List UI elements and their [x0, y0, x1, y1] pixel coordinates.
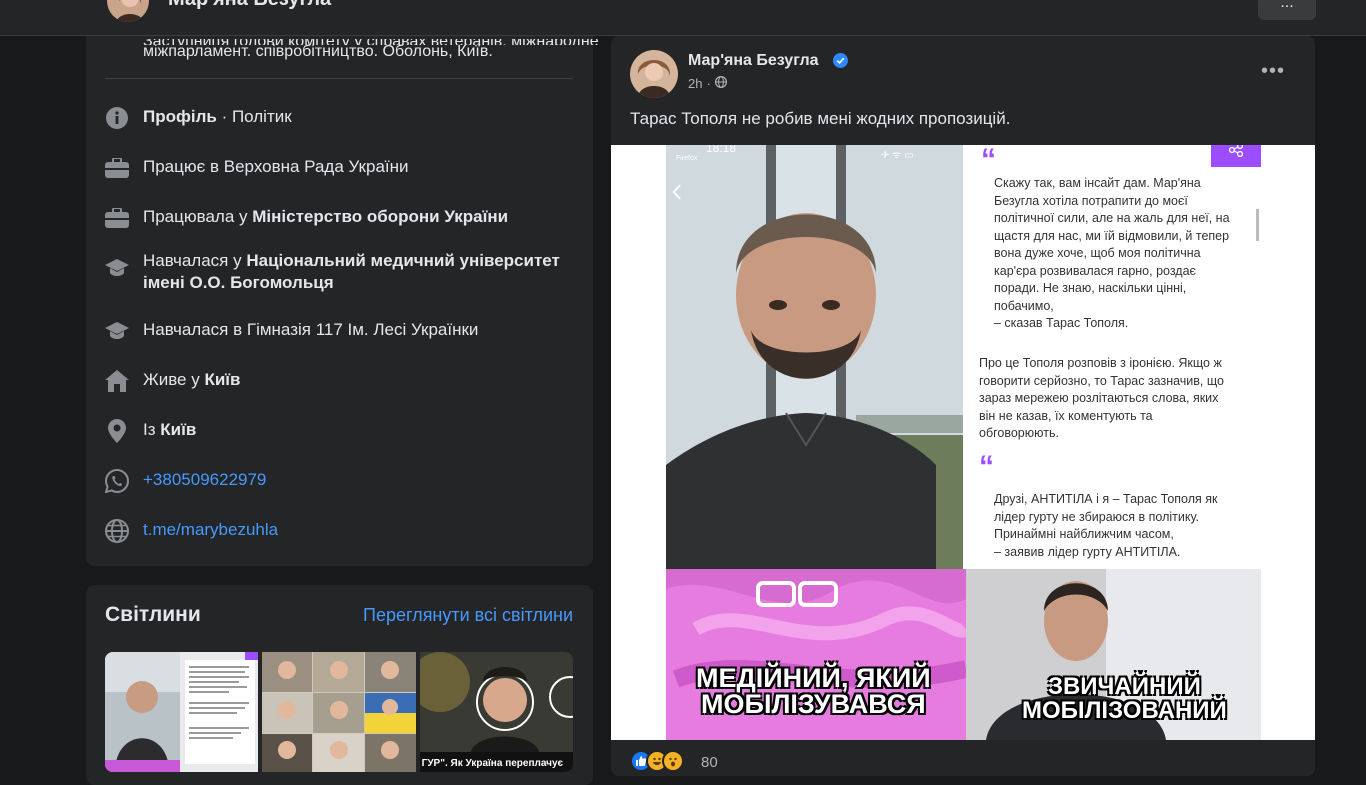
- intro-item-from: Із Київ: [105, 419, 575, 443]
- paragraph-block: Про це Тополя розповів з іронією. Якщо ж…: [979, 355, 1274, 443]
- post-options-button[interactable]: •••: [1261, 60, 1285, 83]
- info-icon: [105, 106, 129, 130]
- intro-item-profile: Профіль · Політик: [105, 106, 575, 130]
- quote-line: лідер гурту не збираюся в політику.: [994, 509, 1199, 524]
- para-line: обговорюють.: [979, 426, 1059, 440]
- meme-line: МОБІЛІЗУВАВСЯ: [701, 689, 926, 719]
- photo-thumbnail[interactable]: ГУР". Як Україна переплачує: [419, 652, 573, 772]
- whatsapp-icon: [105, 469, 129, 493]
- meme-line: ЗВИЧАЙНИЙ: [1047, 673, 1201, 700]
- intro-item-text: Навчалася в Гімназія 117 Ім. Лесі Україн…: [143, 320, 479, 339]
- quote-line: поради. Не знаю, наскільки цінні,: [994, 281, 1187, 295]
- quote-line: кар'єра розвивалася гарно, роздає: [994, 263, 1196, 278]
- intro-item-school: Навчалася в Гімназія 117 Ім. Лесі Україн…: [105, 319, 575, 343]
- quote-line: Друзі, АНТИТІЛА і я – Тарас Тополя як: [994, 492, 1218, 506]
- intro-item-prefix: Працювала у: [143, 207, 253, 226]
- photos-title: Світлини: [105, 603, 201, 626]
- post-meta: 2h ·: [688, 75, 727, 91]
- post-image[interactable]: 18:18 Firefox ✈ ᯤ ▭ “ Скажу так, вам інс…: [611, 145, 1315, 740]
- video-frame: 18:18 Firefox ✈ ᯤ ▭: [666, 145, 963, 569]
- intro-card: Заступниця голови комітету у справах вет…: [86, 36, 599, 566]
- quote-line: Безугла хотіла потрапити до моєї: [994, 193, 1188, 208]
- intro-item-prefix: Навчалася у: [143, 251, 247, 270]
- post-time[interactable]: 2h: [688, 76, 702, 91]
- home-icon: [105, 369, 129, 393]
- profile-name: Мар'яна Безугла: [168, 0, 331, 11]
- bio-text: міжпарламент. співробітництво. Оболонь, …: [143, 43, 493, 60]
- post-author-avatar[interactable]: [630, 50, 678, 98]
- graduation-cap-icon: [105, 319, 129, 343]
- status-time: 18:18: [706, 145, 737, 155]
- intro-item-work: Працює в Верховна Рада України: [105, 156, 575, 180]
- post-text: Тарас Тополя не робив мені жодних пропоз…: [630, 109, 1011, 128]
- quote-block-1: Скажу так, вам інсайт дам. Мар'яна Безуг…: [994, 175, 1274, 333]
- quote-mark-icon: “: [979, 450, 994, 483]
- share-icon[interactable]: [1211, 145, 1261, 167]
- meme-image: МЕДІЙНИЙ, ЯКИЙ МОБІЛІЗУВАВСЯ ЗВИЧАЙНИЙ М…: [666, 569, 1261, 740]
- intro-item-suffix: · Політик: [216, 107, 292, 126]
- quote-block-2: Друзі, АНТИТІЛА і я – Тарас Тополя як лі…: [994, 491, 1274, 561]
- briefcase-icon: [105, 206, 129, 230]
- briefcase-icon: [105, 156, 129, 180]
- intro-item-prefix: Живе у: [143, 370, 205, 389]
- meme-caption-right: ЗВИЧАЙНИЙ МОБІЛІЗОВАНИЙ: [1022, 675, 1227, 723]
- quote-mark-icon: “: [981, 145, 996, 176]
- public-globe-icon: [714, 75, 727, 91]
- intro-item-bold[interactable]: Міністерство оборони України: [252, 207, 508, 226]
- photo-thumbnail[interactable]: [262, 652, 416, 772]
- profile-avatar[interactable]: [105, 0, 151, 24]
- intro-item-phone: +380509622979: [105, 469, 575, 493]
- location-pin-icon: [105, 419, 129, 443]
- quote-line: вона дуже хоче, щоб моя політична: [994, 246, 1201, 260]
- intro-item-text: Працює в Верховна Рада України: [143, 157, 409, 176]
- meme-caption-left: МЕДІЙНИЙ, ЯКИЙ МОБІЛІЗУВАВСЯ: [696, 663, 931, 719]
- top-bar: Мар'яна Безугла ...: [0, 0, 1366, 36]
- post-card: Мар'яна Безугла 2h · ••• Тарас Тополя не…: [611, 36, 1315, 776]
- photos-grid: ГУР". Як Україна переплачує: [105, 652, 573, 772]
- more-options-button[interactable]: ...: [1258, 0, 1316, 20]
- intro-item-prefix: Із: [143, 420, 161, 439]
- website-link[interactable]: t.me/marybezuhla: [143, 520, 278, 539]
- globe-icon: [105, 519, 129, 543]
- intro-item-lives: Живе у Київ: [105, 369, 575, 393]
- verified-badge-icon: [833, 53, 848, 68]
- phone-link[interactable]: +380509622979: [143, 470, 266, 489]
- photo-caption: ГУР". Як Україна переплачує: [421, 758, 564, 769]
- wow-reaction-icon: [662, 750, 684, 772]
- intro-item-bold[interactable]: Київ: [160, 420, 196, 439]
- quote-line: Принаймні найближчим часом,: [994, 527, 1174, 541]
- para-line: він не казав, їх коментують та: [979, 408, 1153, 423]
- intro-item-website: t.me/marybezuhla: [105, 519, 575, 543]
- photo-thumbnail[interactable]: [105, 652, 259, 772]
- reactions[interactable]: [630, 750, 684, 772]
- para-line: говорити серйозно, то Тарас зазначив, що: [979, 373, 1224, 388]
- graduation-cap-icon: [105, 256, 129, 280]
- quote-line: щастя для нас, ми їй відмовили, й тепер: [994, 228, 1230, 243]
- divider: [105, 78, 573, 79]
- para-line: зараз мережею розлітаються слова, яких: [979, 391, 1219, 405]
- intro-item-bold[interactable]: Київ: [204, 370, 240, 389]
- reactions-count[interactable]: 80: [701, 754, 718, 771]
- status-app: Firefox: [676, 155, 698, 162]
- photos-card: Світлини Переглянути всі світлини ГУР". …: [86, 585, 593, 785]
- intro-item-worked: Працювала у Міністерство оборони України: [105, 206, 575, 230]
- intro-item-bold: Профіль: [143, 107, 217, 126]
- see-all-photos-link[interactable]: Переглянути всі світлини: [363, 605, 573, 626]
- para-line: Про це Тополя розповів з іронією. Якщо ж: [979, 356, 1222, 370]
- meme-line: МОБІЛІЗОВАНИЙ: [1022, 697, 1227, 724]
- text-scrollbar[interactable]: [1256, 209, 1259, 241]
- intro-item-study: Навчалася у Національний медичний універ…: [105, 250, 575, 294]
- status-icons: ✈ ᯤ ▭: [881, 150, 914, 161]
- post-author-name[interactable]: Мар'яна Безугла: [688, 52, 819, 70]
- quote-line: – заявив лідер гурту АНТИТІЛА.: [994, 544, 1181, 559]
- quote-line: побачимо,: [994, 298, 1054, 313]
- meme-line: МЕДІЙНИЙ, ЯКИЙ: [696, 663, 931, 693]
- quote-line: політичної сили, але на жаль для неї, на: [994, 211, 1230, 225]
- quote-line: – сказав Тарас Тополя.: [994, 316, 1129, 330]
- quote-line: Скажу так, вам інсайт дам. Мар'яна: [994, 176, 1201, 190]
